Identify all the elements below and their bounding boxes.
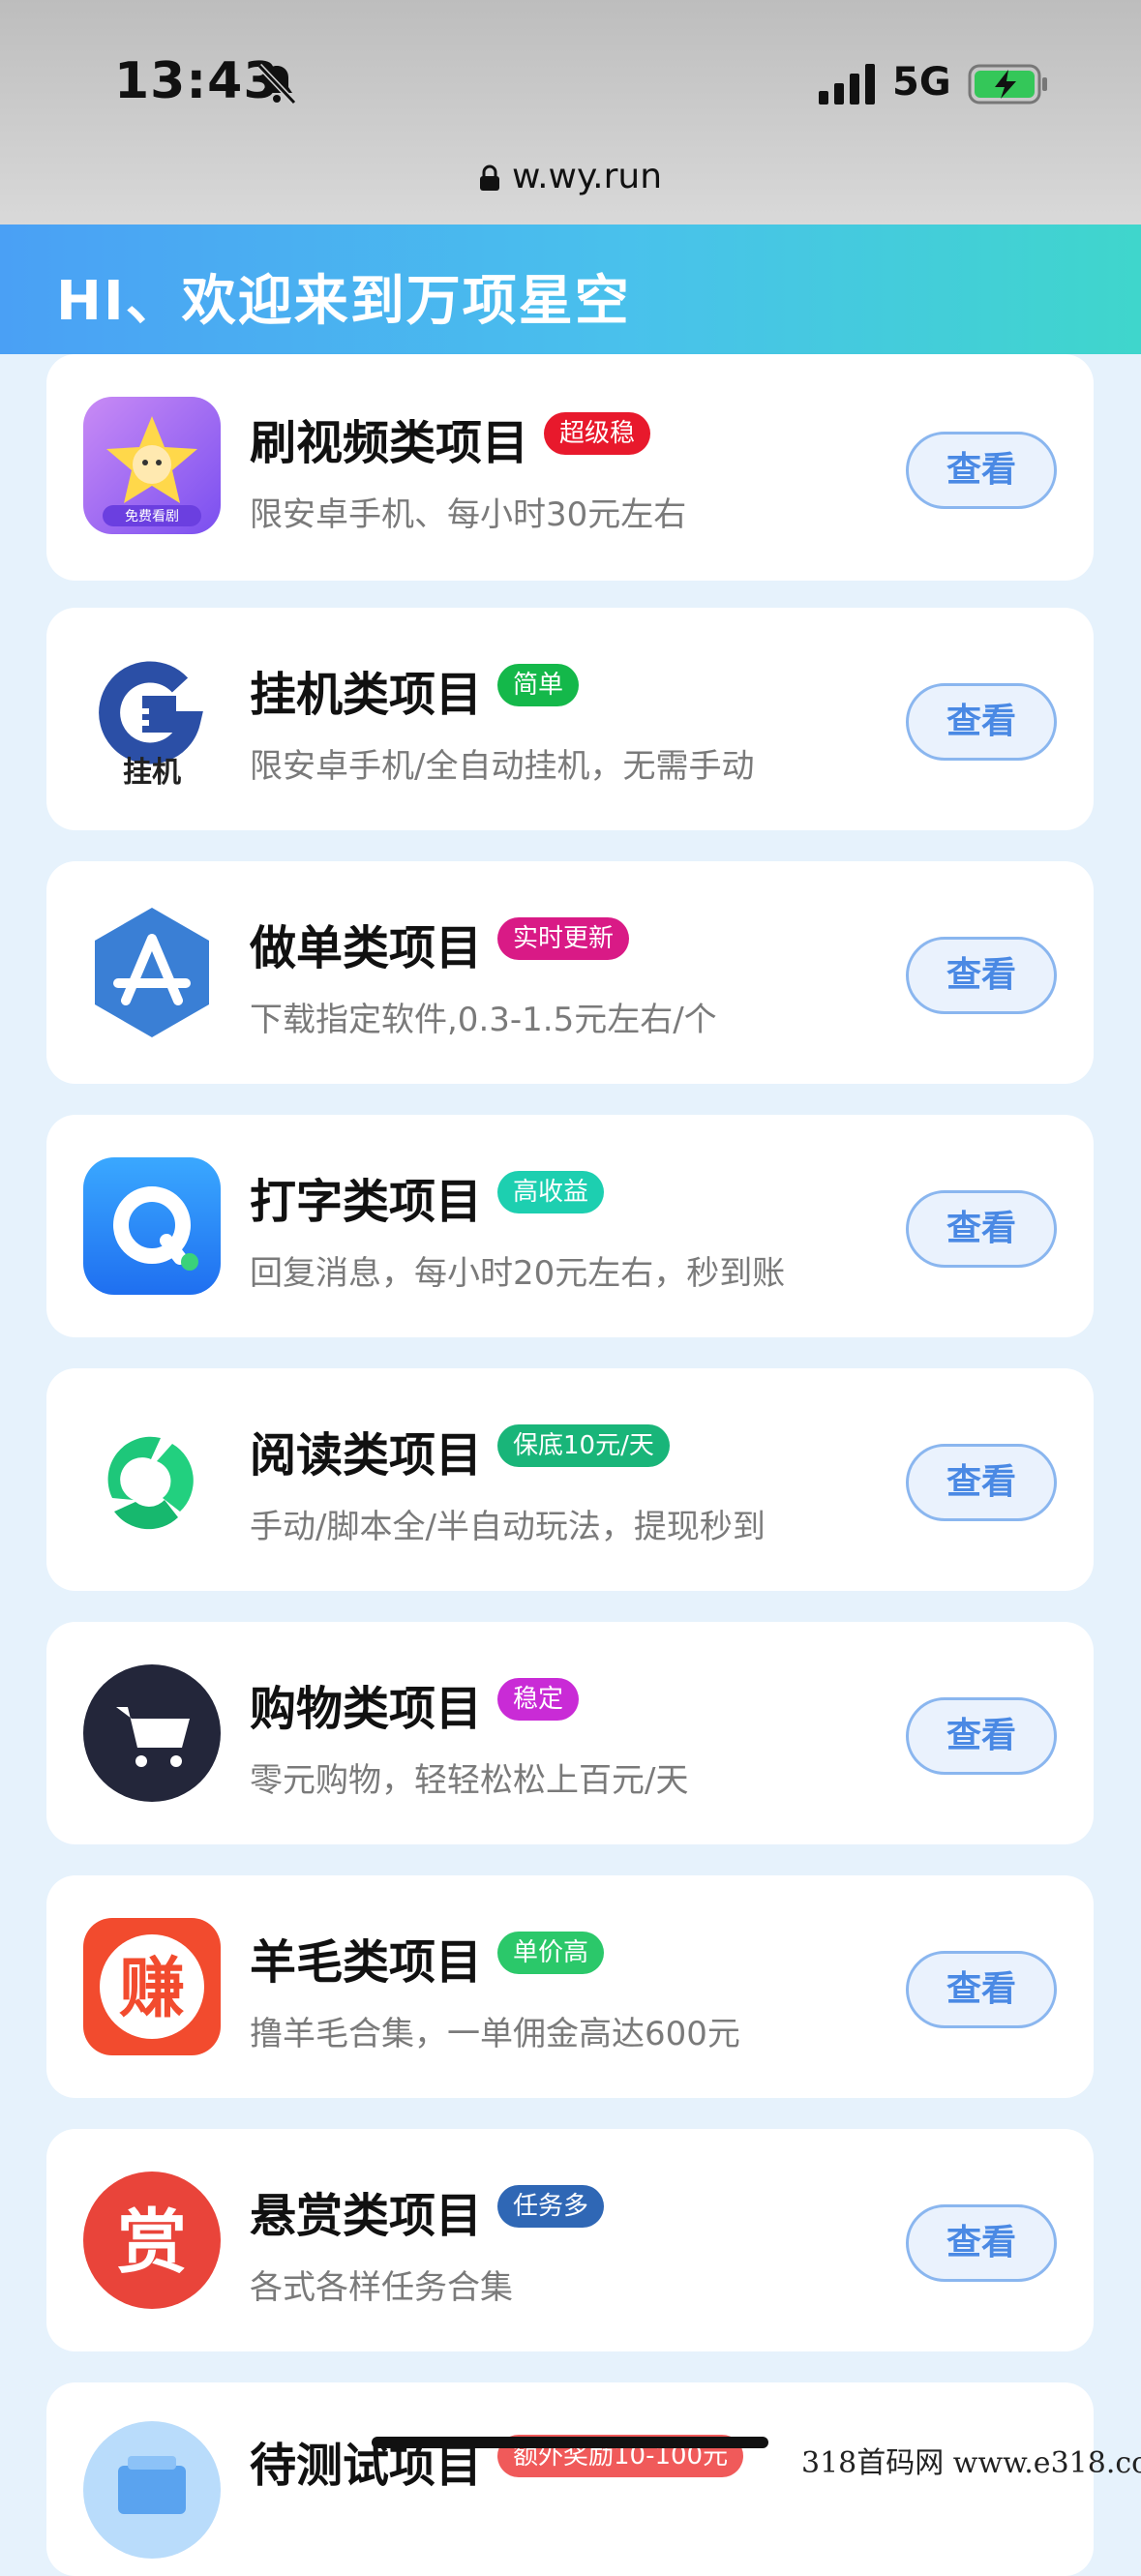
view-button[interactable]: 查看 [906,2204,1057,2282]
icon-label: 赚 [119,1951,185,2027]
view-button[interactable]: 查看 [906,683,1057,761]
address-bar[interactable]: w.wy.run [0,157,1141,196]
test-box-icon [83,2421,221,2559]
watermark: 318首码网 www.e318.com [801,2446,1141,2480]
project-card[interactable]: 阅读类项目 保底10元/天 手动/脚本全/半自动玩法，提现秒到 查看 [46,1368,1094,1591]
green-swirl-icon [107,1436,194,1530]
project-card[interactable]: 挂机 挂机类项目 简单 限安卓手机/全自动挂机，无需手动 查看 [46,608,1094,830]
view-button[interactable]: 查看 [906,432,1057,509]
shopping-cart-icon [83,1664,221,1802]
reward-icon: 赏 [83,2172,221,2309]
project-card[interactable]: 购物类项目 稳定 零元购物，轻轻松松上百元/天 查看 [46,1622,1094,1844]
project-card[interactable]: 做单类项目 实时更新 下载指定软件,0.3-1.5元左右/个 查看 [46,861,1094,1084]
bell-muted-icon [256,63,297,105]
url-text: w.wy.run [511,157,663,196]
g-hangup-icon: 挂机 [99,661,203,788]
project-desc: 各式各样任务合集 [250,2268,513,2307]
view-button[interactable]: 查看 [906,1951,1057,2028]
project-title: 打字类项目 [250,1175,483,1229]
project-title: 挂机类项目 [250,668,483,722]
project-title: 羊毛类项目 [250,1935,483,1990]
project-desc: 撸羊毛合集，一单佣金高达600元 [250,2015,740,2053]
q-chat-icon [83,1157,221,1295]
project-tag: 稳定 [497,1678,580,1721]
project-tag: 任务多 [497,2185,605,2228]
earn-icon: 赚 [83,1918,221,2055]
view-button[interactable]: 查看 [906,1444,1057,1521]
view-button[interactable]: 查看 [906,1697,1057,1775]
lock-icon [479,165,499,191]
project-desc: 限安卓手机、每小时30元左右 [250,495,687,534]
project-card[interactable]: 赚 羊毛类项目 单价高 撸羊毛合集，一单佣金高达600元 查看 [46,1875,1094,2098]
project-title: 购物类项目 [250,1682,483,1736]
project-tag: 简单 [497,664,580,706]
project-title: 刷视频类项目 [250,416,529,470]
project-tag: 实时更新 [497,917,630,960]
network-type: 5G [892,60,951,105]
icon-label: 挂机 [123,756,181,788]
project-tag: 超级稳 [544,412,651,455]
video-star-icon: 免费看剧 [83,397,221,534]
project-title: 阅读类项目 [250,1428,483,1483]
home-indicator[interactable] [372,2437,768,2448]
battery-charging-icon [968,64,1047,105]
project-desc: 限安卓手机/全自动挂机，无需手动 [250,747,755,786]
project-tag: 单价高 [497,1932,605,1974]
status-bar: 13:43 5G w.wy.run [0,0,1141,225]
icon-label: 免费看剧 [125,509,179,524]
welcome-banner: HI、欢迎来到万项星空 [0,225,1141,354]
signal-icon [819,64,875,105]
project-title: 悬赏类项目 [250,2189,483,2243]
project-title: 做单类项目 [250,921,483,975]
app-store-icon [95,908,209,1037]
project-card[interactable]: 免费看剧 刷视频类项目 超级稳 限安卓手机、每小时30元左右 查看 [46,354,1094,581]
view-button[interactable]: 查看 [906,937,1057,1014]
project-desc: 手动/脚本全/半自动玩法，提现秒到 [250,1508,766,1546]
page-title: HI、欢迎来到万项星空 [56,270,631,333]
project-desc: 零元购物，轻轻松松上百元/天 [250,1761,689,1800]
view-button[interactable]: 查看 [906,1190,1057,1268]
project-card[interactable]: 打字类项目 高收益 回复消息，每小时20元左右，秒到账 查看 [46,1115,1094,1337]
project-desc: 下载指定软件,0.3-1.5元左右/个 [250,1001,717,1039]
project-tag: 高收益 [497,1171,605,1213]
project-card[interactable]: 赏 悬赏类项目 任务多 各式各样任务合集 查看 [46,2129,1094,2351]
project-desc: 回复消息，每小时20元左右，秒到账 [250,1254,786,1293]
project-tag: 保底10元/天 [497,1424,670,1467]
icon-label: 赏 [117,2201,187,2283]
